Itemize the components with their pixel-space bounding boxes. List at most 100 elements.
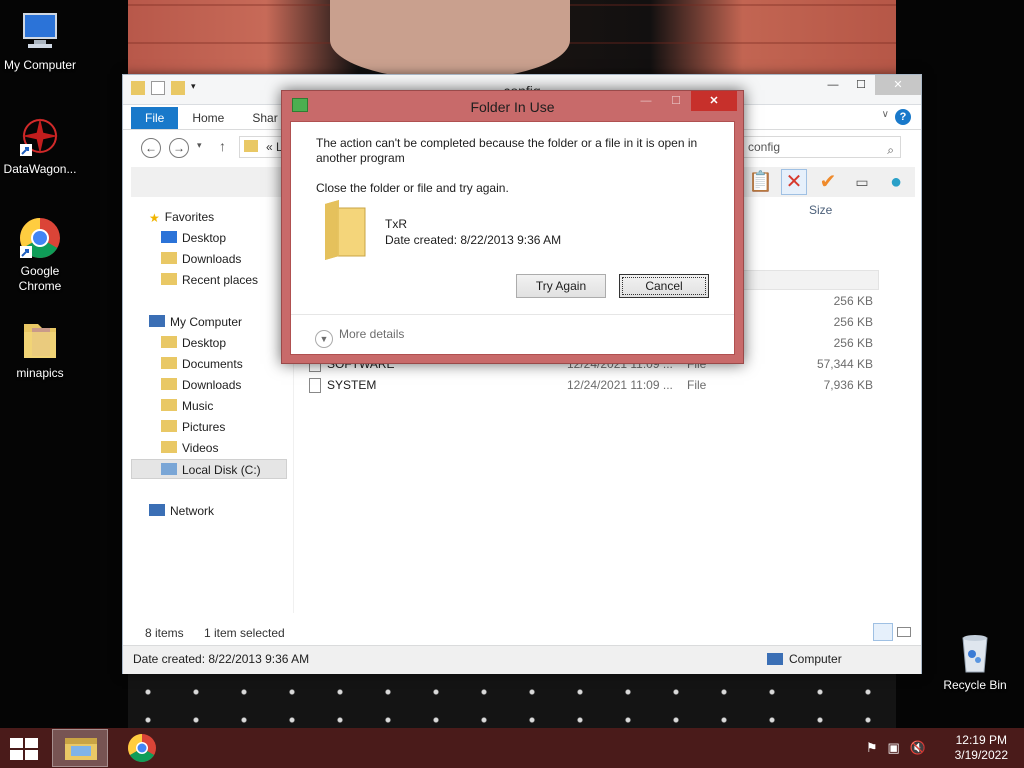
details-view-icon[interactable] xyxy=(873,623,893,641)
nav-documents[interactable]: Documents xyxy=(161,354,243,374)
globe-icon[interactable]: ● xyxy=(883,169,909,195)
location-text: Computer xyxy=(789,652,842,666)
tab-file[interactable]: File xyxy=(131,107,179,129)
star-icon: ★ xyxy=(149,211,160,225)
clock[interactable]: 12:19 PM 3/19/2022 xyxy=(955,733,1008,763)
location-label: Computer xyxy=(767,646,842,672)
folder-icon xyxy=(244,140,258,152)
dialog-title-bar[interactable]: Folder In Use — ☐ ✕ xyxy=(282,91,743,121)
try-again-button[interactable]: Try Again xyxy=(516,274,606,298)
folder-in-use-dialog[interactable]: Folder In Use — ☐ ✕ The action can't be … xyxy=(281,90,744,364)
pictures-icon xyxy=(161,420,177,432)
desktop-icon-label: Google Chrome xyxy=(18,264,62,293)
recent-places-icon xyxy=(161,273,177,285)
file-size: 7,936 KB xyxy=(823,378,873,392)
rename-icon[interactable]: ▭ xyxy=(849,169,875,195)
desktop-icon xyxy=(161,231,177,243)
nav-label: Downloads xyxy=(182,378,242,392)
close-button[interactable]: ✕ xyxy=(691,91,737,111)
more-details-label: More details xyxy=(339,327,405,341)
volume-muted-icon[interactable]: 🔇 xyxy=(910,740,926,756)
clipboard-icon[interactable]: 📋 xyxy=(747,169,773,195)
nav-fav-recent[interactable]: Recent places xyxy=(161,270,258,290)
videos-icon xyxy=(161,441,177,453)
minimize-button[interactable]: — xyxy=(819,75,847,95)
taskbar-chrome[interactable] xyxy=(114,729,170,767)
network-icon xyxy=(149,504,165,516)
back-button[interactable]: ← xyxy=(141,138,161,158)
nav-label: Recent places xyxy=(182,273,259,287)
nav-music[interactable]: Music xyxy=(161,396,213,416)
dialog-body: The action can't be completed because th… xyxy=(290,121,735,355)
datawagon-icon xyxy=(18,114,62,158)
details-bar: Date created: 8/22/2013 9:36 AM Computer xyxy=(123,645,921,674)
file-type: File xyxy=(687,378,707,392)
drive-icon xyxy=(161,463,177,475)
help-icon[interactable]: ? xyxy=(895,109,911,125)
nav-local-disk[interactable]: Local Disk (C:) xyxy=(131,459,287,479)
chevron-down-icon[interactable]: ∨ xyxy=(882,109,889,120)
desktop-icon-recycle-bin[interactable]: Recycle Bin xyxy=(935,630,1015,693)
wallpaper-dress xyxy=(128,672,896,728)
monitor-icon xyxy=(18,10,62,54)
item-count: 8 items xyxy=(145,626,184,640)
downloads-icon xyxy=(161,252,177,264)
nav-fav-desktop[interactable]: Desktop xyxy=(161,228,226,248)
nav-fav-downloads[interactable]: Downloads xyxy=(161,249,241,269)
date-created-text: Date created: 8/22/2013 9:36 AM xyxy=(133,652,310,666)
close-button[interactable]: ✕ xyxy=(875,75,921,95)
chrome-icon xyxy=(18,216,62,260)
taskbar-file-explorer[interactable] xyxy=(52,729,108,767)
desktop-icon-label: My Computer xyxy=(3,58,77,72)
chevron-down-icon: ▼ xyxy=(315,330,333,348)
cancel-button[interactable]: Cancel xyxy=(619,274,709,298)
recent-locations-icon[interactable]: ▾ xyxy=(197,140,202,151)
nav-label: Network xyxy=(170,504,215,518)
computer-icon xyxy=(149,315,165,327)
large-icons-view-icon[interactable] xyxy=(897,627,911,637)
column-header-size[interactable]: Size xyxy=(809,203,832,217)
delete-icon[interactable]: ✕ xyxy=(781,169,807,195)
action-center-flag-icon[interactable]: ⚑ xyxy=(866,740,878,756)
maximize-button[interactable]: ☐ xyxy=(847,75,875,95)
item-date: Date created: 8/22/2013 9:36 AM xyxy=(385,233,562,247)
nav-videos[interactable]: Videos xyxy=(161,438,218,458)
nav-downloads[interactable]: Downloads xyxy=(161,375,241,395)
tab-home[interactable]: Home xyxy=(178,107,238,129)
nav-desktop[interactable]: Desktop xyxy=(161,333,226,353)
nav-label: Videos xyxy=(182,441,219,455)
nav-favorites[interactable]: ★ Favorites xyxy=(149,207,214,227)
desktop-icon-datawagon[interactable]: DataWagon... xyxy=(0,114,80,177)
start-button[interactable] xyxy=(10,738,38,760)
nav-label: Favorites xyxy=(164,210,215,224)
search-input[interactable]: config ⌕ xyxy=(741,136,901,158)
nav-my-computer[interactable]: My Computer xyxy=(149,312,242,332)
folder-icon xyxy=(18,318,62,362)
clock-time: 12:19 PM xyxy=(955,733,1007,747)
documents-icon xyxy=(161,357,177,369)
checkmark-icon[interactable]: ✔ xyxy=(815,169,841,195)
nav-label: Desktop xyxy=(182,231,227,245)
desktop-icon-my-computer[interactable]: My Computer xyxy=(0,10,80,73)
computer-icon xyxy=(767,653,783,665)
desktop-icon-label: DataWagon... xyxy=(3,162,77,176)
desktop-icon-google-chrome[interactable]: Google Chrome xyxy=(0,216,80,294)
nav-label: Music xyxy=(182,399,214,413)
more-details-toggle[interactable]: ▼ More details xyxy=(315,327,404,348)
system-tray: ⚑ ▣ 🔇 xyxy=(866,740,926,756)
nav-pictures[interactable]: Pictures xyxy=(161,417,225,437)
nav-label: Documents xyxy=(182,357,243,371)
nav-network[interactable]: Network xyxy=(149,501,214,521)
file-row[interactable]: SYSTEM 12/24/2021 11:09 ... File 7,936 K… xyxy=(307,375,879,396)
up-arrow-icon[interactable]: ↑ xyxy=(219,138,226,154)
network-icon[interactable]: ▣ xyxy=(888,740,900,756)
desktop-icon-minapics[interactable]: minapics xyxy=(0,318,80,381)
minimize-button[interactable]: — xyxy=(631,91,661,111)
maximize-button[interactable]: ☐ xyxy=(661,91,691,111)
clock-date: 3/19/2022 xyxy=(954,748,1008,762)
forward-button[interactable]: → xyxy=(169,138,189,158)
nav-label: Local Disk (C:) xyxy=(182,463,261,477)
file-size: 256 KB xyxy=(833,315,873,329)
file-explorer-icon xyxy=(65,738,97,760)
file-name: SYSTEM xyxy=(327,378,377,392)
